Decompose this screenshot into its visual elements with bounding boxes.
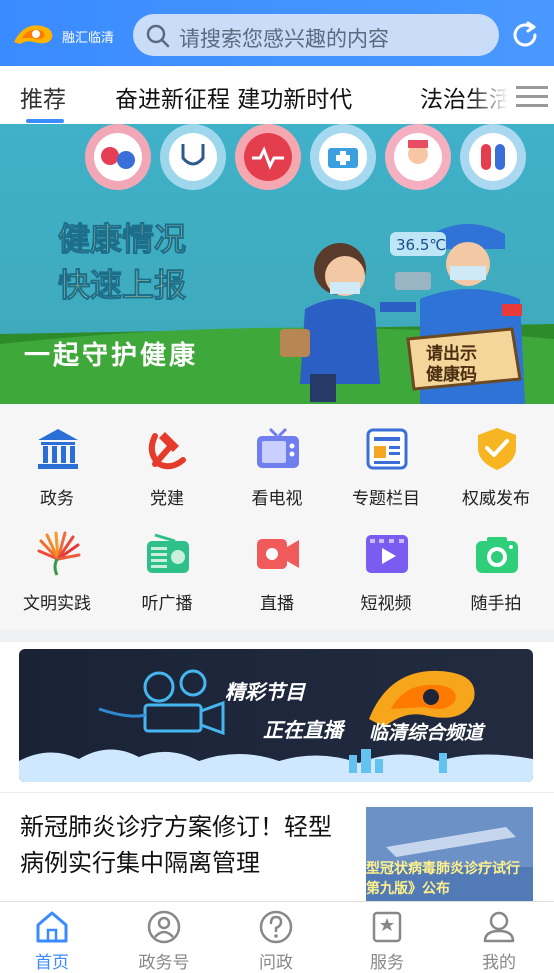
tab-new-journey[interactable]: 奋进新征程 建功新时代 [115, 80, 352, 114]
user-icon [483, 911, 515, 943]
search-input[interactable]: 请搜索您感兴趣的内容 [133, 14, 499, 56]
grid-item-topics[interactable]: 专题栏目 [331, 404, 441, 509]
video-play-icon [366, 535, 408, 573]
grid-item-civilization-practice[interactable]: 文明实践 [2, 509, 112, 614]
grid-item-short-video[interactable]: 短视频 [331, 509, 441, 614]
camera-icon [476, 537, 518, 573]
home-icon [36, 911, 68, 943]
top-header: 融汇临清 请搜索您感兴趣的内容 [0, 0, 554, 66]
nav-label: 问政 [259, 953, 293, 973]
nav-mine[interactable]: 我的 [444, 902, 554, 973]
live-channel-banner[interactable]: 精彩节目 正在直播 临清综合频道 [19, 649, 533, 782]
sign-line2: 健康码 [426, 364, 477, 385]
grid-label: 听广播 [141, 594, 193, 614]
sign-line1: 请出示 [426, 343, 477, 364]
grid-label: 政务 [40, 489, 74, 509]
civilization-flower-icon [37, 531, 81, 576]
banner-line1: 健康情况 [58, 220, 186, 258]
live-line1: 精彩节目 [225, 680, 307, 704]
section-separator [0, 630, 554, 642]
banner-line2: 快速上报 [58, 266, 186, 304]
channel-tabs: 推荐 奋进新征程 建功新时代 法治生活 [0, 66, 554, 125]
health-code-sign: 请出示 健康码 [406, 327, 522, 391]
search-icon [146, 24, 170, 48]
grid-item-tv[interactable]: 看电视 [222, 404, 332, 509]
grid-label: 权威发布 [462, 489, 530, 509]
live-channel-name: 临清综合频道 [369, 722, 486, 744]
topics-icon [366, 428, 408, 470]
grid-label: 专题栏目 [352, 489, 420, 509]
nav-home[interactable]: 首页 [0, 902, 107, 973]
live-icon [257, 539, 299, 569]
live-line2: 正在直播 [263, 718, 346, 742]
banner-illustration: 健康情况 快速上报 一起守护健康 36.5℃ 请出示 健康码 [0, 124, 554, 404]
nav-label: 政务号 [138, 953, 190, 973]
nav-label: 服务 [370, 953, 404, 973]
banner-tagline: 一起守护健康 [24, 340, 198, 371]
news-item[interactable]: 新冠肺炎诊疗方案修订！轻型病例实行集中隔离管理 型冠状病毒肺炎诊疗试行第九版》公… [0, 792, 554, 903]
live-banner-art: 精彩节目 正在直播 临清综合频道 [19, 649, 533, 782]
feature-grid: 政务 党建 看电视 专题栏目 权威发布 文明实践 听广播 直播 短视频 随手拍 [0, 404, 554, 630]
grid-label: 直播 [260, 594, 294, 614]
grid-item-party-building[interactable]: 党建 [112, 404, 222, 509]
question-icon [259, 910, 293, 944]
service-bookmark-icon [372, 911, 402, 943]
news-thumb-caption: 型冠状病毒肺炎诊疗试行第九版》公布 [366, 861, 520, 897]
nav-service[interactable]: 服务 [332, 902, 442, 973]
nav-inquiry[interactable]: 问政 [221, 902, 331, 973]
news-thumb-art: 型冠状病毒肺炎诊疗试行第九版》公布 [366, 807, 533, 903]
government-building-icon [38, 429, 78, 469]
nav-label: 我的 [482, 953, 516, 973]
nav-label: 首页 [35, 953, 69, 973]
nav-government-account[interactable]: 政务号 [109, 902, 219, 973]
grid-item-government[interactable]: 政务 [2, 404, 112, 509]
app-name: 融汇临清 [62, 31, 115, 46]
grid-label: 党建 [150, 489, 184, 509]
news-title: 新冠肺炎诊疗方案修订！轻型病例实行集中隔离管理 [20, 813, 332, 877]
grid-item-radio[interactable]: 听广播 [112, 509, 222, 614]
logo-mark-icon [14, 25, 53, 44]
grid-label: 看电视 [251, 489, 303, 509]
shield-check-icon [478, 428, 516, 470]
grid-item-live[interactable]: 直播 [222, 509, 332, 614]
temperature-reading: 36.5℃ [396, 236, 446, 254]
government-account-icon [147, 910, 181, 944]
tab-recommend[interactable]: 推荐 [20, 80, 66, 114]
grid-label: 随手拍 [470, 594, 522, 614]
grid-item-snapshot[interactable]: 随手拍 [441, 509, 551, 614]
bottom-navigation: 首页 政务号 问政 服务 我的 [0, 901, 554, 973]
health-report-banner[interactable]: 健康情况 快速上报 一起守护健康 36.5℃ 请出示 健康码 [0, 124, 554, 404]
search-placeholder: 请搜索您感兴趣的内容 [179, 27, 389, 51]
radio-icon [147, 533, 189, 573]
app-logo[interactable]: 融汇临清 [12, 20, 122, 50]
party-emblem-icon [148, 432, 186, 470]
news-thumbnail: 型冠状病毒肺炎诊疗试行第九版》公布 [366, 807, 533, 903]
grid-label: 短视频 [360, 594, 412, 614]
refresh-icon[interactable] [509, 19, 541, 51]
channel-menu-icon[interactable] [516, 84, 548, 108]
grid-label: 文明实践 [23, 594, 91, 614]
tv-icon [257, 427, 299, 468]
grid-item-official-release[interactable]: 权威发布 [441, 404, 551, 509]
active-tab-indicator [26, 119, 64, 123]
